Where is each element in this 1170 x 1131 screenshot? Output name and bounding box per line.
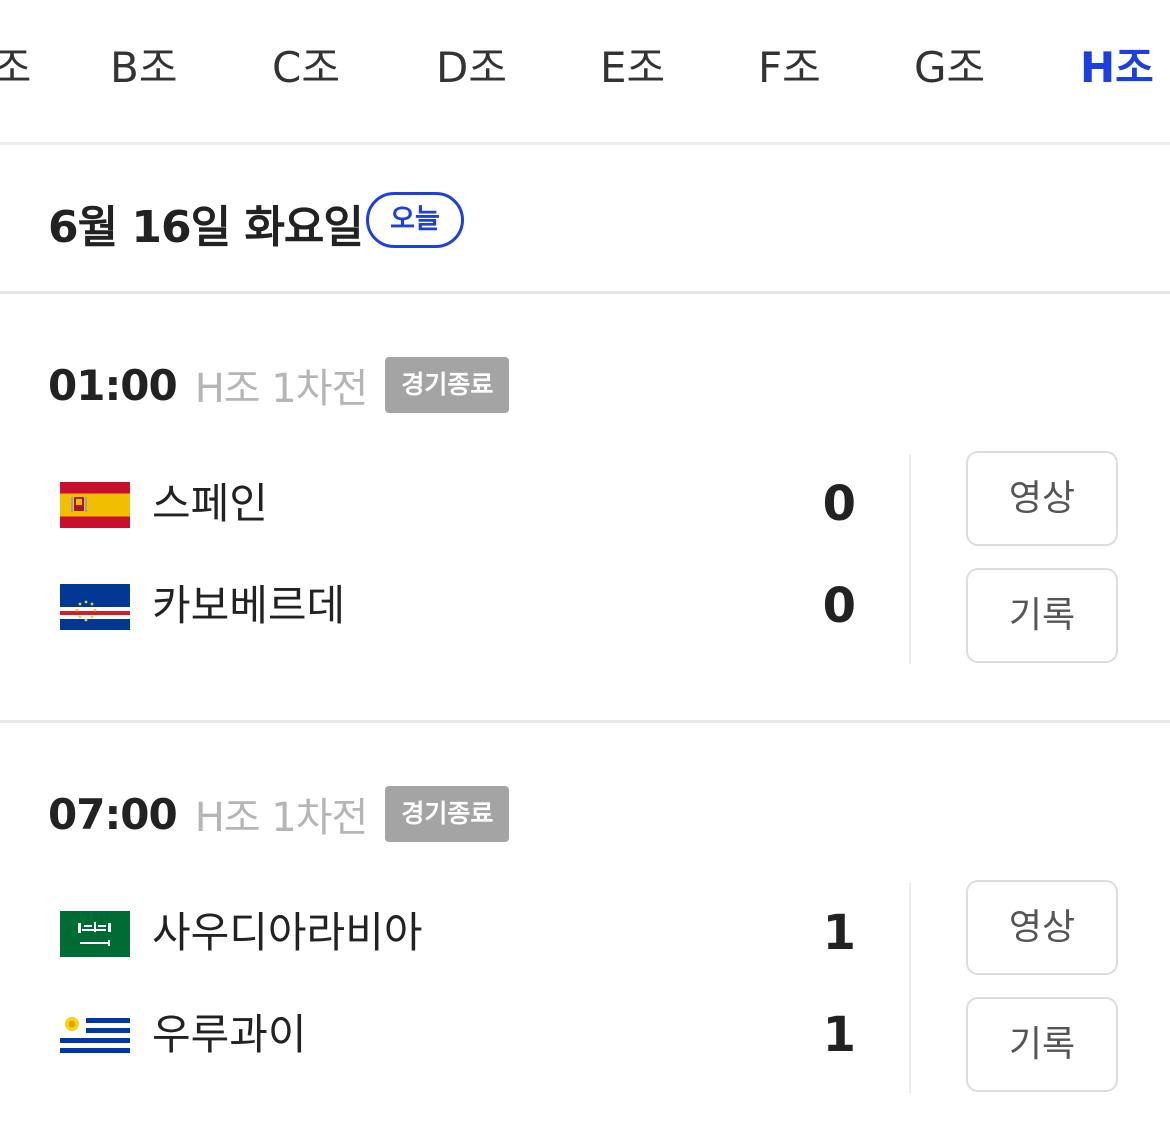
team-name: 카보베르데 (152, 581, 346, 630)
team-row-away: 우루과이 1 (60, 1003, 860, 1067)
uruguay-flag-icon (60, 1013, 130, 1059)
date-title: 6월 16일 화요일 (48, 202, 364, 253)
tab-group-a[interactable]: A조 (0, 40, 31, 96)
match-header: 01:00 H조 1차전 경기종료 (48, 356, 510, 414)
cape-verde-flag-icon (60, 584, 130, 630)
match-time: 07:00 (48, 789, 178, 839)
tab-group-g[interactable]: G조 (914, 40, 985, 96)
spain-flag-icon (60, 482, 130, 528)
team-name: 스페인 (152, 479, 268, 528)
tab-group-f[interactable]: F조 (758, 40, 821, 96)
record-button[interactable]: 기록 (966, 997, 1118, 1092)
vertical-divider (909, 883, 911, 1093)
team-score: 1 (822, 1007, 856, 1063)
match-card: 07:00 H조 1차전 경기종료 사우디아라비아 1 우루과이 1 영상 기록 (0, 723, 1170, 1131)
match-header: 07:00 H조 1차전 경기종료 (48, 785, 510, 843)
record-button[interactable]: 기록 (966, 568, 1118, 663)
match-card: 01:00 H조 1차전 경기종료 스페인 0 카보베르데 0 영상 기록 (0, 294, 1170, 723)
team-row-home: 스페인 0 (60, 472, 860, 536)
tab-group-c[interactable]: C조 (272, 40, 340, 96)
video-button[interactable]: 영상 (966, 451, 1118, 546)
team-name: 사우디아라비아 (152, 908, 423, 957)
saudi-arabia-flag-icon (60, 911, 130, 957)
today-badge: 오늘 (366, 192, 464, 248)
video-button[interactable]: 영상 (966, 880, 1118, 975)
team-score: 0 (822, 578, 856, 634)
status-badge: 경기종료 (385, 357, 510, 413)
team-name: 우루과이 (152, 1010, 307, 1059)
team-score: 1 (822, 905, 856, 961)
tab-group-e[interactable]: E조 (600, 40, 665, 96)
team-row-home: 사우디아라비아 1 (60, 901, 860, 965)
group-tab-bar: A조 B조 C조 D조 E조 F조 G조 H조 (0, 0, 1170, 145)
match-round: H조 1차전 (194, 366, 369, 412)
tab-group-d[interactable]: D조 (436, 40, 507, 96)
tab-group-b[interactable]: B조 (110, 40, 177, 96)
status-badge: 경기종료 (385, 786, 510, 842)
team-row-away: 카보베르데 0 (60, 574, 860, 638)
team-score: 0 (822, 476, 856, 532)
match-time: 01:00 (48, 360, 178, 410)
tab-group-h[interactable]: H조 (1080, 40, 1154, 96)
vertical-divider (909, 454, 911, 664)
match-round: H조 1차전 (194, 795, 369, 841)
date-header: 6월 16일 화요일 오늘 (0, 145, 1170, 294)
